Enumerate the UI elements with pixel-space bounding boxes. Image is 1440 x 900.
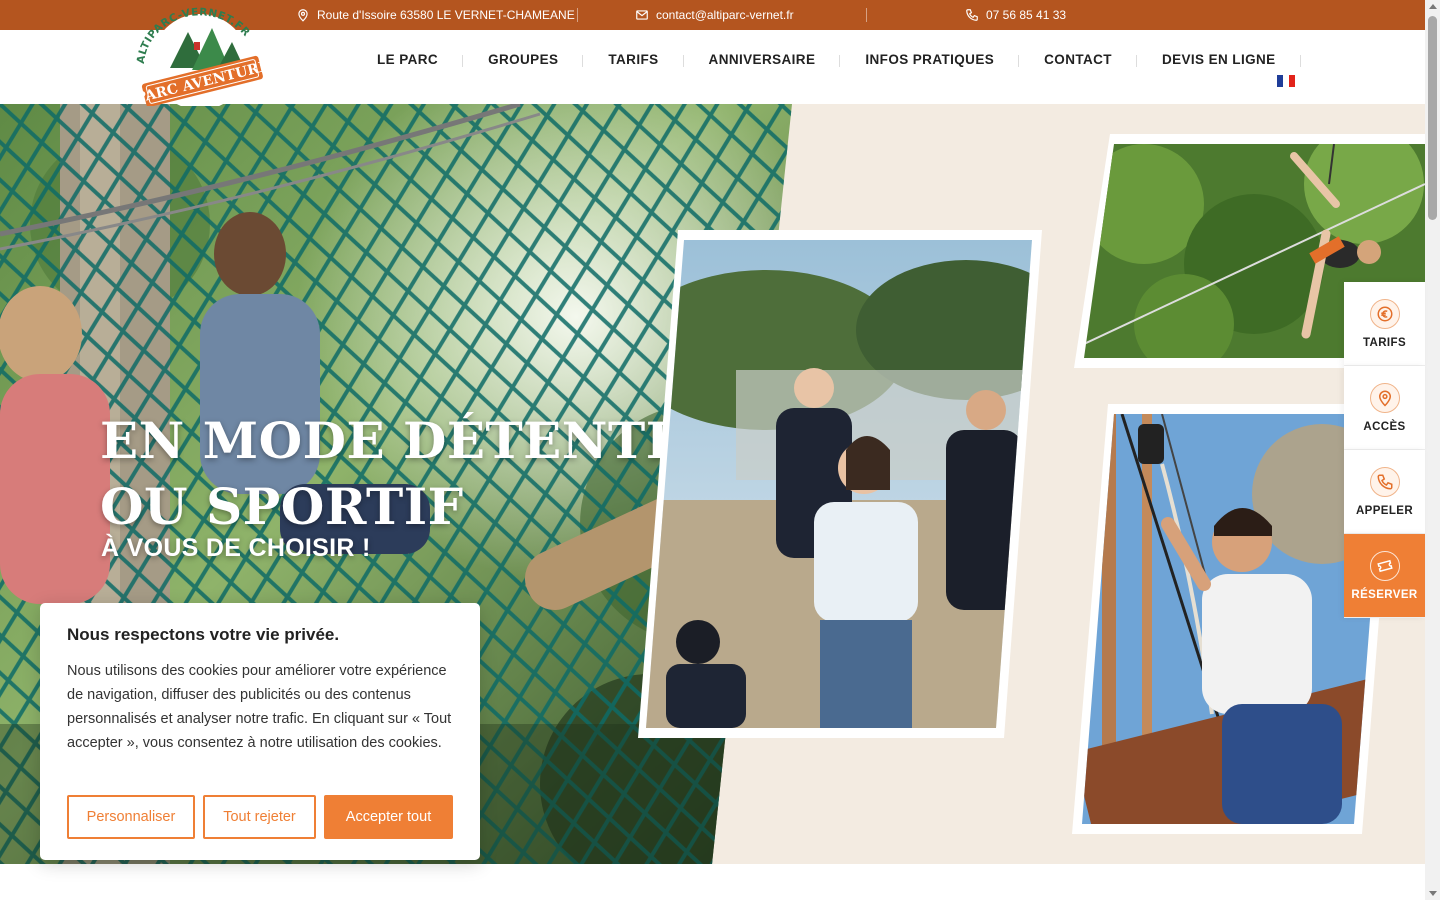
side-button-label: ACCÈS <box>1363 420 1406 433</box>
boy-climbing-image <box>1082 414 1386 824</box>
cookie-text: Nous utilisons des cookies pour améliore… <box>67 663 452 751</box>
side-button-label: RÉSERVER <box>1351 588 1418 601</box>
page: Route d'Issoire 63580 LE VERNET-CHAMEANE… <box>0 0 1440 900</box>
ticket-icon <box>1369 550 1400 581</box>
phone-text: 07 56 85 41 33 <box>986 8 1067 22</box>
nav-item-devis-en-ligne[interactable]: DEVIS EN LIGNE <box>1137 52 1301 67</box>
language-flag-icon[interactable] <box>1277 75 1295 87</box>
scrollbar-thumb[interactable] <box>1428 16 1437 220</box>
topbar-phone[interactable]: 07 56 85 41 33 <box>965 0 1066 30</box>
hero-title-line2: OU SPORTIF <box>100 477 464 536</box>
nav-item-contact[interactable]: CONTACT <box>1019 52 1137 67</box>
email-text: contact@altiparc-vernet.fr <box>656 8 794 22</box>
side-button-appeler[interactable]: APPELER <box>1344 450 1425 534</box>
nav-item-le-parc[interactable]: LE PARC <box>352 52 464 67</box>
logo[interactable]: ALTIPARC-VERNET.FR PARC AVENTURE <box>130 6 270 106</box>
scroll-down-arrow-icon[interactable] <box>1429 891 1437 896</box>
cookie-buttons: Personnaliser Tout rejeter Accepter tout <box>67 795 453 839</box>
side-button-reserver[interactable]: RÉSERVER <box>1344 534 1425 618</box>
cookie-title: Nous respectons votre vie privée. <box>67 625 340 644</box>
photo-frame-group <box>638 230 1042 738</box>
hero-subtitle: À VOUS DE CHOISIR ! <box>101 534 371 562</box>
page-scrollbar[interactable] <box>1425 0 1440 900</box>
customize-button[interactable]: Personnaliser <box>67 795 195 839</box>
nav-item-anniversaire[interactable]: ANNIVERSAIRE <box>684 52 841 67</box>
map-pin-icon <box>298 9 308 22</box>
mail-icon <box>636 10 648 20</box>
topbar-address[interactable]: Route d'Issoire 63580 LE VERNET-CHAMEANE <box>296 0 575 30</box>
side-button-acces[interactable]: ACCÈS <box>1344 366 1425 450</box>
hero-title: EN MODE DÉTENTE OU SPORTIF <box>100 408 684 540</box>
hero-title-line1: EN MODE DÉTENTE <box>100 411 685 470</box>
accept-all-button[interactable]: Accepter tout <box>324 795 453 839</box>
main-nav: LE PARC GROUPES TARIFS ANNIVERSAIRE INFO… <box>352 48 1301 70</box>
divider <box>577 8 578 22</box>
side-button-label: APPELER <box>1355 504 1414 517</box>
side-button-label: TARIFS <box>1362 336 1407 349</box>
cookie-consent-dialog: Nous respectons votre vie privée. Nous u… <box>40 603 480 860</box>
nav-item-tarifs[interactable]: TARIFS <box>583 52 684 67</box>
nav-item-groupes[interactable]: GROUPES <box>463 52 584 67</box>
map-pin-icon <box>1369 382 1400 413</box>
reject-all-button[interactable]: Tout rejeter <box>203 795 316 839</box>
phone-icon <box>966 9 978 21</box>
phone-icon <box>1369 466 1400 497</box>
content-start <box>0 864 1425 900</box>
divider <box>866 8 867 22</box>
euro-icon <box>1369 298 1400 329</box>
side-button-tarifs[interactable]: TARIFS <box>1344 282 1425 366</box>
topbar-email[interactable]: contact@altiparc-vernet.fr <box>635 0 794 30</box>
nav-item-infos-pratiques[interactable]: INFOS PRATIQUES <box>840 52 1019 67</box>
scroll-up-arrow-icon[interactable] <box>1429 4 1437 9</box>
group-walking-image <box>646 240 1032 728</box>
address-text: Route d'Issoire 63580 LE VERNET-CHAMEANE <box>317 8 575 22</box>
side-quick-nav: TARIFS ACCÈS APPELER RÉSERVER <box>1344 282 1425 618</box>
